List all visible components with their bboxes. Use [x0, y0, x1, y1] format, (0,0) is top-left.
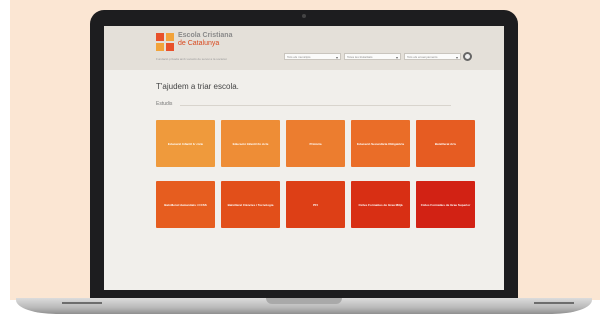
- site-tagline: Fundació privada amb vocació de servei a…: [156, 57, 227, 61]
- study-tile[interactable]: PFI: [286, 181, 345, 228]
- study-tile-label: Primària: [309, 141, 322, 146]
- logo-icon: [156, 33, 174, 51]
- page-title: T'ajudem a triar escola.: [156, 82, 239, 91]
- study-tile-label: Educació Infantil 1r cicle: [167, 141, 204, 146]
- chevron-down-icon: ▾: [455, 55, 458, 60]
- laptop-notch: [266, 298, 342, 304]
- logo-name[interactable]: Escola Cristiana: [178, 32, 232, 40]
- ownership-select-value: Totes les titularitats: [347, 55, 373, 59]
- section-label: Estudis: [156, 101, 173, 107]
- laptop-screen: Escola Cristiana de Catalunya Fundació p…: [104, 26, 504, 290]
- study-tile[interactable]: Batxillerat Ciències i Tecnologia: [221, 181, 280, 228]
- study-tile[interactable]: Cicles Formatius de Grau Superior: [416, 181, 475, 228]
- base-line-right: [534, 302, 574, 304]
- camera-icon: [302, 14, 306, 18]
- study-tile[interactable]: Educació Secundària Obligatòria: [351, 120, 410, 167]
- section-divider: [180, 105, 451, 106]
- study-tile[interactable]: Educació Infantil 2n cicle: [221, 120, 280, 167]
- site-header: Escola Cristiana de Catalunya Fundació p…: [104, 26, 504, 70]
- study-tile[interactable]: Educació Infantil 1r cicle: [156, 120, 215, 167]
- municipality-select-value: Tots els municipis: [287, 55, 311, 59]
- base-line-left: [62, 302, 102, 304]
- study-tile-label: Educació Secundària Obligatòria: [356, 141, 404, 146]
- study-tile-label: Educació Infantil 2n cicle: [232, 141, 269, 146]
- municipality-select[interactable]: Tots els municipis ▾: [284, 53, 341, 60]
- study-tile-label: Batxillerat Humanitats i CCSS: [164, 202, 207, 207]
- study-tile[interactable]: Batxillerat Humanitats i CCSS: [156, 181, 215, 228]
- chevron-down-icon: ▾: [395, 55, 398, 60]
- search-go-button[interactable]: [463, 52, 472, 61]
- study-tile-label: Batxillerat Ciències i Tecnologia: [227, 202, 274, 207]
- logo-subtitle: de Catalunya: [178, 40, 220, 47]
- study-tile-label: Batxillerat Arts: [434, 141, 457, 146]
- studies-select-value: Tots els ensenyaments: [407, 55, 438, 59]
- study-tile[interactable]: Batxillerat Arts: [416, 120, 475, 167]
- study-tile-label: Cicles Formatius de Grau Mitjà: [358, 202, 403, 207]
- chevron-down-icon: ▾: [335, 55, 338, 60]
- studies-select[interactable]: Tots els ensenyaments ▾: [404, 53, 461, 60]
- study-tile-label: Cicles Formatius de Grau Superior: [420, 202, 471, 207]
- study-tile[interactable]: Primària: [286, 120, 345, 167]
- ownership-select[interactable]: Totes les titularitats ▾: [344, 53, 401, 60]
- study-tile-label: PFI: [313, 202, 318, 207]
- study-tile[interactable]: Cicles Formatius de Grau Mitjà: [351, 181, 410, 228]
